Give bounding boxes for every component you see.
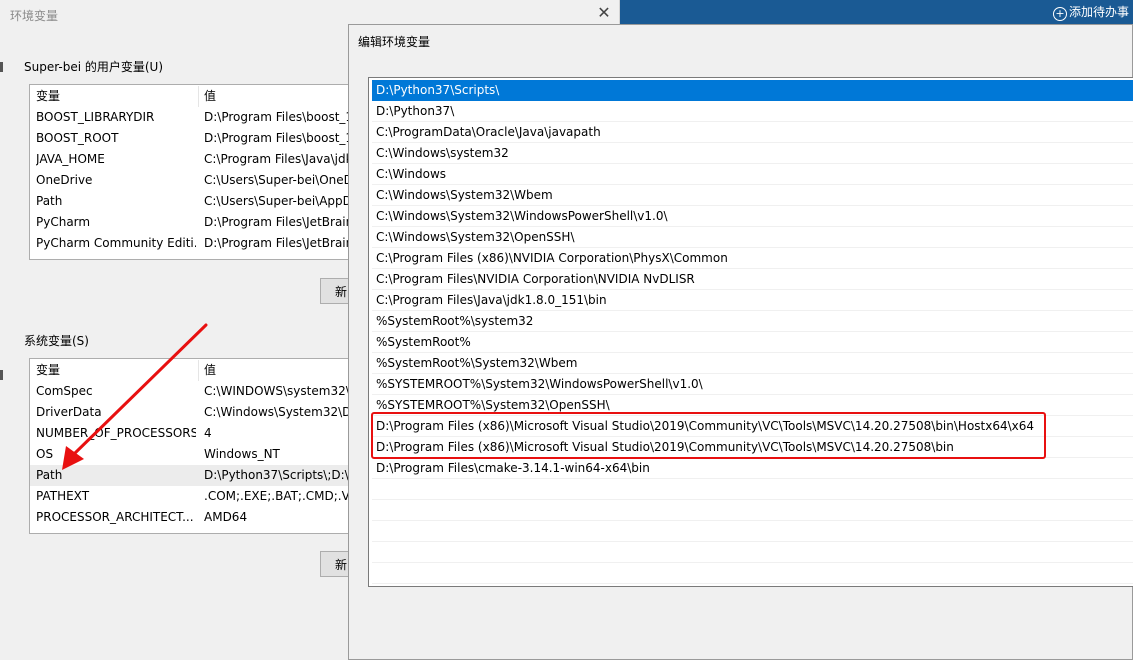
red-arrow-annotation [62, 323, 208, 470]
